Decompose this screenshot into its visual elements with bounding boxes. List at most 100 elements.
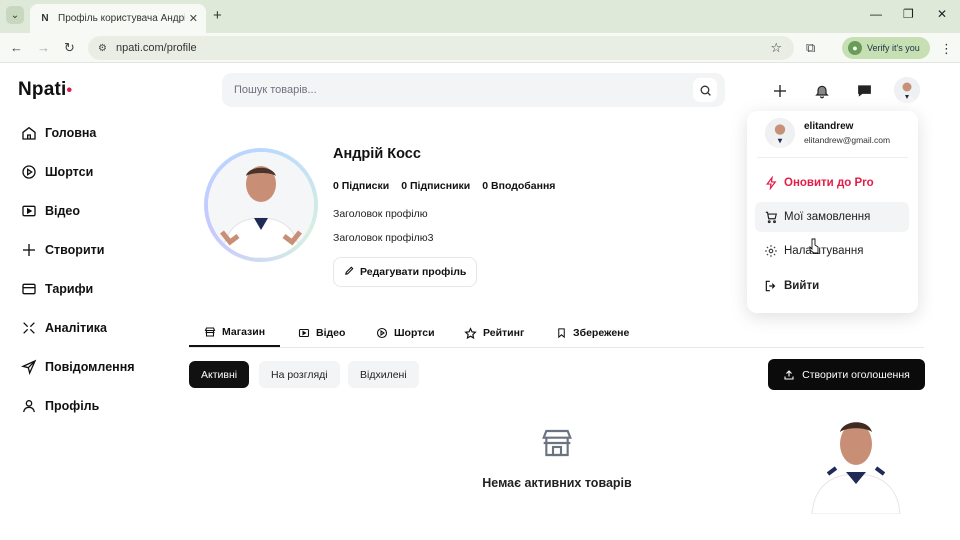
sidebar-item-create[interactable]: Створити bbox=[20, 239, 104, 261]
sidebar-item-analytics[interactable]: Аналітика bbox=[20, 317, 107, 339]
home-icon bbox=[20, 124, 38, 142]
sidebar-item-label: Повідомлення bbox=[45, 360, 135, 374]
sidebar-item-home[interactable]: Головна bbox=[20, 122, 96, 144]
browser-tabbar: ⌄ N Профіль користувача Андрій Косс ✕ + … bbox=[0, 0, 960, 33]
extensions-icon[interactable]: ⧉ bbox=[806, 40, 815, 56]
search-placeholder: Пошук товарів... bbox=[234, 84, 317, 96]
sidebar-item-label: Створити bbox=[45, 243, 105, 257]
video-icon bbox=[298, 327, 310, 339]
logo[interactable]: Npati• bbox=[18, 79, 72, 101]
lightning-icon bbox=[763, 175, 779, 191]
more-menu-icon[interactable]: ⋮ bbox=[940, 41, 953, 57]
address-bar[interactable]: ⚙ npati.com/profile ☆ bbox=[88, 36, 794, 60]
tab-label: Шортси bbox=[394, 327, 435, 339]
tab-video[interactable]: Відео bbox=[283, 319, 360, 347]
edit-profile-label: Редагувати профіль bbox=[360, 266, 467, 278]
sidebar-item-label: Тарифи bbox=[45, 282, 94, 296]
profile-photo bbox=[208, 152, 314, 258]
settings-item[interactable]: Налаштування bbox=[755, 236, 909, 266]
tab-search-button[interactable]: ⌄ bbox=[6, 6, 24, 24]
close-window-icon[interactable]: ✕ bbox=[937, 7, 947, 21]
tabs-divider bbox=[189, 347, 924, 348]
gear-icon bbox=[763, 243, 779, 259]
filter-pending[interactable]: На розгляді bbox=[259, 361, 340, 388]
verify-label: Verify it's you bbox=[867, 43, 920, 53]
menu-item-label: Оновити до Pro bbox=[784, 177, 874, 189]
logout-item[interactable]: Вийти bbox=[755, 271, 909, 301]
avatar[interactable] bbox=[894, 77, 920, 103]
star-icon bbox=[464, 326, 477, 340]
play-icon bbox=[376, 327, 388, 339]
card-icon bbox=[20, 280, 38, 298]
play-icon bbox=[20, 163, 38, 181]
profile-stats: 0 Підписки 0 Підписники 0 Вподобання bbox=[333, 180, 555, 192]
forward-icon[interactable]: → bbox=[37, 40, 50, 55]
logo-text: Npati bbox=[18, 79, 67, 100]
likes-count: 0 Вподобання bbox=[482, 180, 556, 192]
profile-icon: ● bbox=[848, 41, 862, 55]
tab-saved[interactable]: Збережене bbox=[541, 319, 644, 347]
logo-dot: • bbox=[66, 82, 73, 99]
sidebar-item-label: Шортси bbox=[45, 165, 94, 179]
edit-profile-button[interactable]: Редагувати профіль bbox=[333, 257, 478, 287]
menu-item-label: Мої замовлення bbox=[784, 211, 871, 223]
menu-item-label: Налаштування bbox=[784, 245, 864, 257]
profile-name: Андрій Косс bbox=[333, 146, 421, 162]
upgrade-pro-item[interactable]: Оновити до Pro bbox=[755, 168, 909, 198]
site-info-icon[interactable]: ⚙ bbox=[98, 43, 107, 54]
reload-icon[interactable]: ↻ bbox=[64, 40, 75, 56]
my-orders-item[interactable]: Мої замовлення bbox=[755, 202, 909, 232]
pencil-icon bbox=[344, 265, 355, 279]
store-icon bbox=[541, 428, 573, 463]
sidebar-item-plans[interactable]: Тарифи bbox=[20, 278, 93, 300]
send-icon bbox=[20, 358, 38, 376]
dropdown-username: elitandrew bbox=[804, 121, 854, 132]
bell-icon[interactable] bbox=[808, 77, 836, 105]
sidebar-item-shorts[interactable]: Шортси bbox=[20, 161, 93, 183]
back-icon[interactable]: ← bbox=[10, 40, 23, 55]
empty-state-text: Немає активних товарів bbox=[482, 476, 632, 490]
tab-store[interactable]: Магазин bbox=[189, 319, 281, 347]
profile-avatar[interactable] bbox=[204, 148, 318, 262]
divider bbox=[757, 157, 908, 158]
plus-icon[interactable] bbox=[766, 77, 794, 105]
sidebar-item-video[interactable]: Відео bbox=[20, 200, 80, 222]
chart-icon bbox=[20, 319, 38, 337]
search-icon[interactable] bbox=[693, 78, 717, 102]
verify-button[interactable]: ● Verify it's you bbox=[842, 37, 930, 59]
tab-label: Магазин bbox=[222, 326, 266, 338]
tab-rating[interactable]: Рейтинг bbox=[449, 319, 539, 347]
restore-icon[interactable]: ❐ bbox=[903, 7, 914, 21]
create-listing-button[interactable]: Створити оголошення bbox=[768, 359, 925, 390]
subscribers-count[interactable]: 0 Підписники bbox=[401, 180, 470, 192]
filter-active[interactable]: Активні bbox=[189, 361, 250, 388]
dropdown-email: elitandrew@gmail.com bbox=[804, 135, 891, 145]
plus-icon bbox=[20, 241, 38, 259]
profile-headline-2: Заголовок профілю3 bbox=[333, 232, 434, 244]
close-icon[interactable]: ✕ bbox=[189, 12, 198, 25]
browser-tab[interactable]: N Профіль користувача Андрій Косс ✕ bbox=[30, 4, 206, 33]
user-icon bbox=[20, 397, 38, 415]
sidebar-item-label: Головна bbox=[45, 126, 97, 140]
subscriptions-count[interactable]: 0 Підписки bbox=[333, 180, 389, 192]
chat-icon[interactable] bbox=[850, 77, 878, 105]
site-favicon: N bbox=[41, 13, 49, 24]
bookmark-icon bbox=[556, 327, 567, 339]
sidebar-item-messages[interactable]: Повідомлення bbox=[20, 356, 135, 378]
filter-rejected[interactable]: Відхилені bbox=[348, 361, 419, 388]
tab-shorts[interactable]: Шортси bbox=[361, 319, 450, 347]
sidebar-item-profile[interactable]: Профіль bbox=[20, 395, 99, 417]
minimize-icon[interactable]: — bbox=[870, 7, 882, 21]
sidebar-item-label: Профіль bbox=[45, 399, 100, 413]
store-icon bbox=[204, 326, 216, 338]
new-tab-button[interactable]: + bbox=[213, 7, 222, 24]
search-input[interactable]: Пошук товарів... bbox=[222, 73, 725, 107]
create-listing-label: Створити оголошення bbox=[802, 368, 910, 381]
sidebar-item-label: Аналітика bbox=[45, 321, 107, 335]
tab-title: Профіль користувача Андрій Косс bbox=[58, 13, 185, 24]
sidebar-item-label: Відео bbox=[45, 204, 81, 218]
webcam-overlay bbox=[806, 410, 906, 515]
bookmark-star-icon[interactable]: ☆ bbox=[770, 40, 782, 56]
upload-icon bbox=[783, 369, 795, 381]
profile-headline: Заголовок профілю bbox=[333, 208, 428, 220]
